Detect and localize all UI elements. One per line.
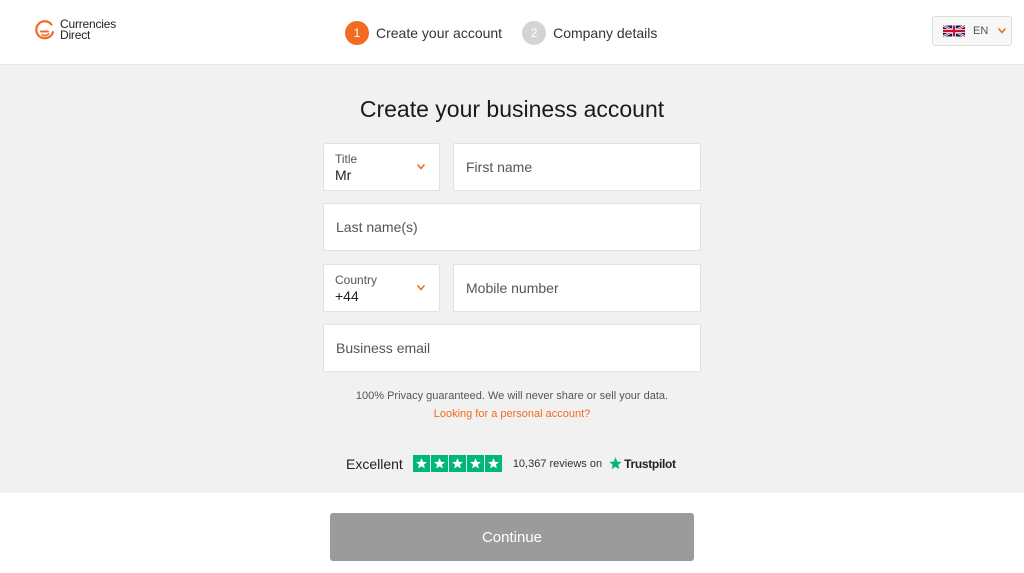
country-value: +44 bbox=[335, 288, 359, 304]
continue-button[interactable]: Continue bbox=[330, 513, 694, 561]
title-label: Title bbox=[335, 152, 358, 166]
last-name-placeholder: Last name(s) bbox=[336, 219, 418, 235]
privacy-notice: 100% Privacy guaranteed. We will never s… bbox=[355, 390, 669, 402]
logo-text: Currencies Direct bbox=[60, 18, 116, 42]
step-label: Company details bbox=[553, 25, 658, 41]
step-label: Create your account bbox=[376, 25, 503, 41]
country-label: Country bbox=[335, 273, 378, 287]
first-name-field[interactable]: First name bbox=[453, 143, 701, 191]
title-value: Mr bbox=[335, 167, 352, 183]
step-number: 1 bbox=[345, 21, 369, 45]
last-name-field[interactable]: Last name(s) bbox=[323, 203, 701, 251]
progress-steps: 1 Create your account 2 Company details bbox=[345, 21, 677, 45]
trustpilot-star-icon bbox=[609, 457, 622, 470]
trustpilot-widget[interactable]: Excellent 10,367 reviews on Trustpilot bbox=[346, 455, 676, 472]
star-icon bbox=[412, 455, 430, 472]
star-icon bbox=[430, 455, 448, 472]
chevron-down-icon bbox=[417, 285, 425, 291]
country-code-select[interactable]: Country +44 bbox=[323, 264, 440, 312]
star-icon bbox=[448, 455, 466, 472]
chevron-down-icon bbox=[417, 164, 425, 170]
star-icon bbox=[484, 455, 502, 472]
logo-mark-icon bbox=[35, 20, 55, 40]
step-company-details: 2 Company details bbox=[522, 21, 657, 45]
trustpilot-stars bbox=[412, 455, 503, 472]
mobile-number-field[interactable]: Mobile number bbox=[453, 264, 701, 312]
first-name-placeholder: First name bbox=[466, 159, 533, 175]
uk-flag-icon bbox=[943, 24, 965, 38]
business-email-field[interactable]: Business email bbox=[323, 324, 701, 372]
footer-bar: Continue bbox=[0, 493, 1024, 573]
page-title: Create your business account bbox=[359, 96, 665, 122]
chevron-down-icon bbox=[998, 28, 1007, 34]
language-code: EN bbox=[973, 25, 989, 37]
logo-text-line2: Direct bbox=[60, 28, 91, 42]
trustpilot-rating-text: Excellent bbox=[346, 455, 403, 472]
step-create-account: 1 Create your account bbox=[345, 21, 502, 45]
header: Currencies Direct 1 Create your account … bbox=[0, 0, 1024, 65]
trustpilot-reviews-count: 10,367 reviews on bbox=[512, 457, 603, 470]
trustpilot-brand: Trustpilot bbox=[624, 456, 676, 471]
mobile-number-placeholder: Mobile number bbox=[466, 280, 559, 296]
star-icon bbox=[466, 455, 484, 472]
title-select[interactable]: Title Mr bbox=[323, 143, 440, 191]
language-selector[interactable]: EN bbox=[932, 16, 1012, 46]
personal-account-link[interactable]: Looking for a personal account? bbox=[0, 408, 1024, 420]
currencies-direct-logo[interactable]: Currencies Direct bbox=[34, 18, 116, 42]
business-email-placeholder: Business email bbox=[336, 340, 431, 356]
step-number: 2 bbox=[522, 21, 547, 45]
